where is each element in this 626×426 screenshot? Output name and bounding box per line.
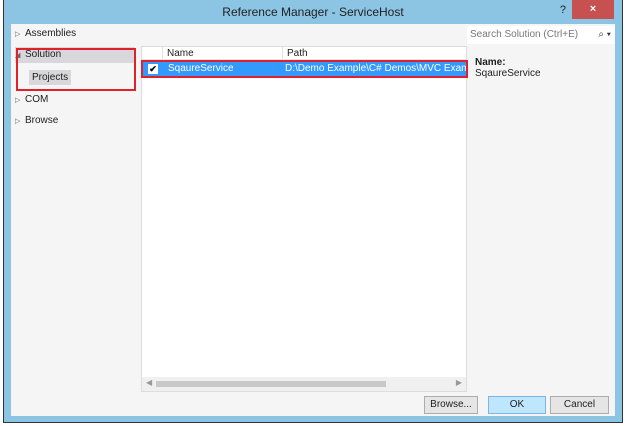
ok-button[interactable]: OK: [488, 396, 546, 414]
expand-icon: ▷: [15, 31, 21, 38]
reference-list: Name Path ✔ SqaureService D:\Demo Exampl…: [141, 46, 468, 392]
tree-item-assemblies[interactable]: ▷ Assemblies: [15, 26, 135, 42]
help-button[interactable]: ?: [560, 0, 566, 20]
expand-icon: ▷: [15, 118, 21, 125]
search-input[interactable]: Search Solution (Ctrl+E) ⌕ ▾: [467, 26, 615, 44]
detail-label: Name:: [475, 57, 506, 68]
highlight-box-row: [141, 60, 468, 78]
dialog-content: ▷ Assemblies ◢ Solution Projects ▷ COM ▷ Bro…: [11, 24, 615, 416]
column-header-path[interactable]: Path: [282, 47, 308, 60]
category-tree: ▷ Assemblies ◢ Solution Projects ▷ COM ▷ Bro…: [11, 24, 139, 392]
search-icon[interactable]: ⌕ ▾: [598, 26, 611, 44]
scroll-right-icon[interactable]: ▶: [456, 378, 462, 387]
dialog-window: Reference Manager - ServiceHost ? × ▷ Ass…: [3, 0, 623, 423]
details-pane: Name: SqaureService: [475, 57, 541, 79]
close-button[interactable]: ×: [572, 0, 614, 19]
cancel-button[interactable]: Cancel: [550, 396, 609, 414]
column-header-name[interactable]: Name: [162, 47, 194, 60]
tree-item-browse[interactable]: ▷ Browse: [15, 113, 135, 129]
scrollbar-thumb[interactable]: [156, 381, 386, 387]
scroll-left-icon[interactable]: ◀: [146, 378, 152, 387]
expand-icon: ▷: [15, 97, 21, 104]
tree-item-com[interactable]: ▷ COM: [15, 92, 135, 108]
browse-button[interactable]: Browse...: [424, 396, 478, 414]
detail-value: SqaureService: [475, 68, 541, 79]
horizontal-scrollbar[interactable]: ◀ ▶: [142, 377, 466, 391]
window-title: Reference Manager - ServiceHost: [222, 5, 404, 19]
list-header: Name Path: [142, 47, 466, 60]
highlight-box-solution: [16, 48, 136, 91]
